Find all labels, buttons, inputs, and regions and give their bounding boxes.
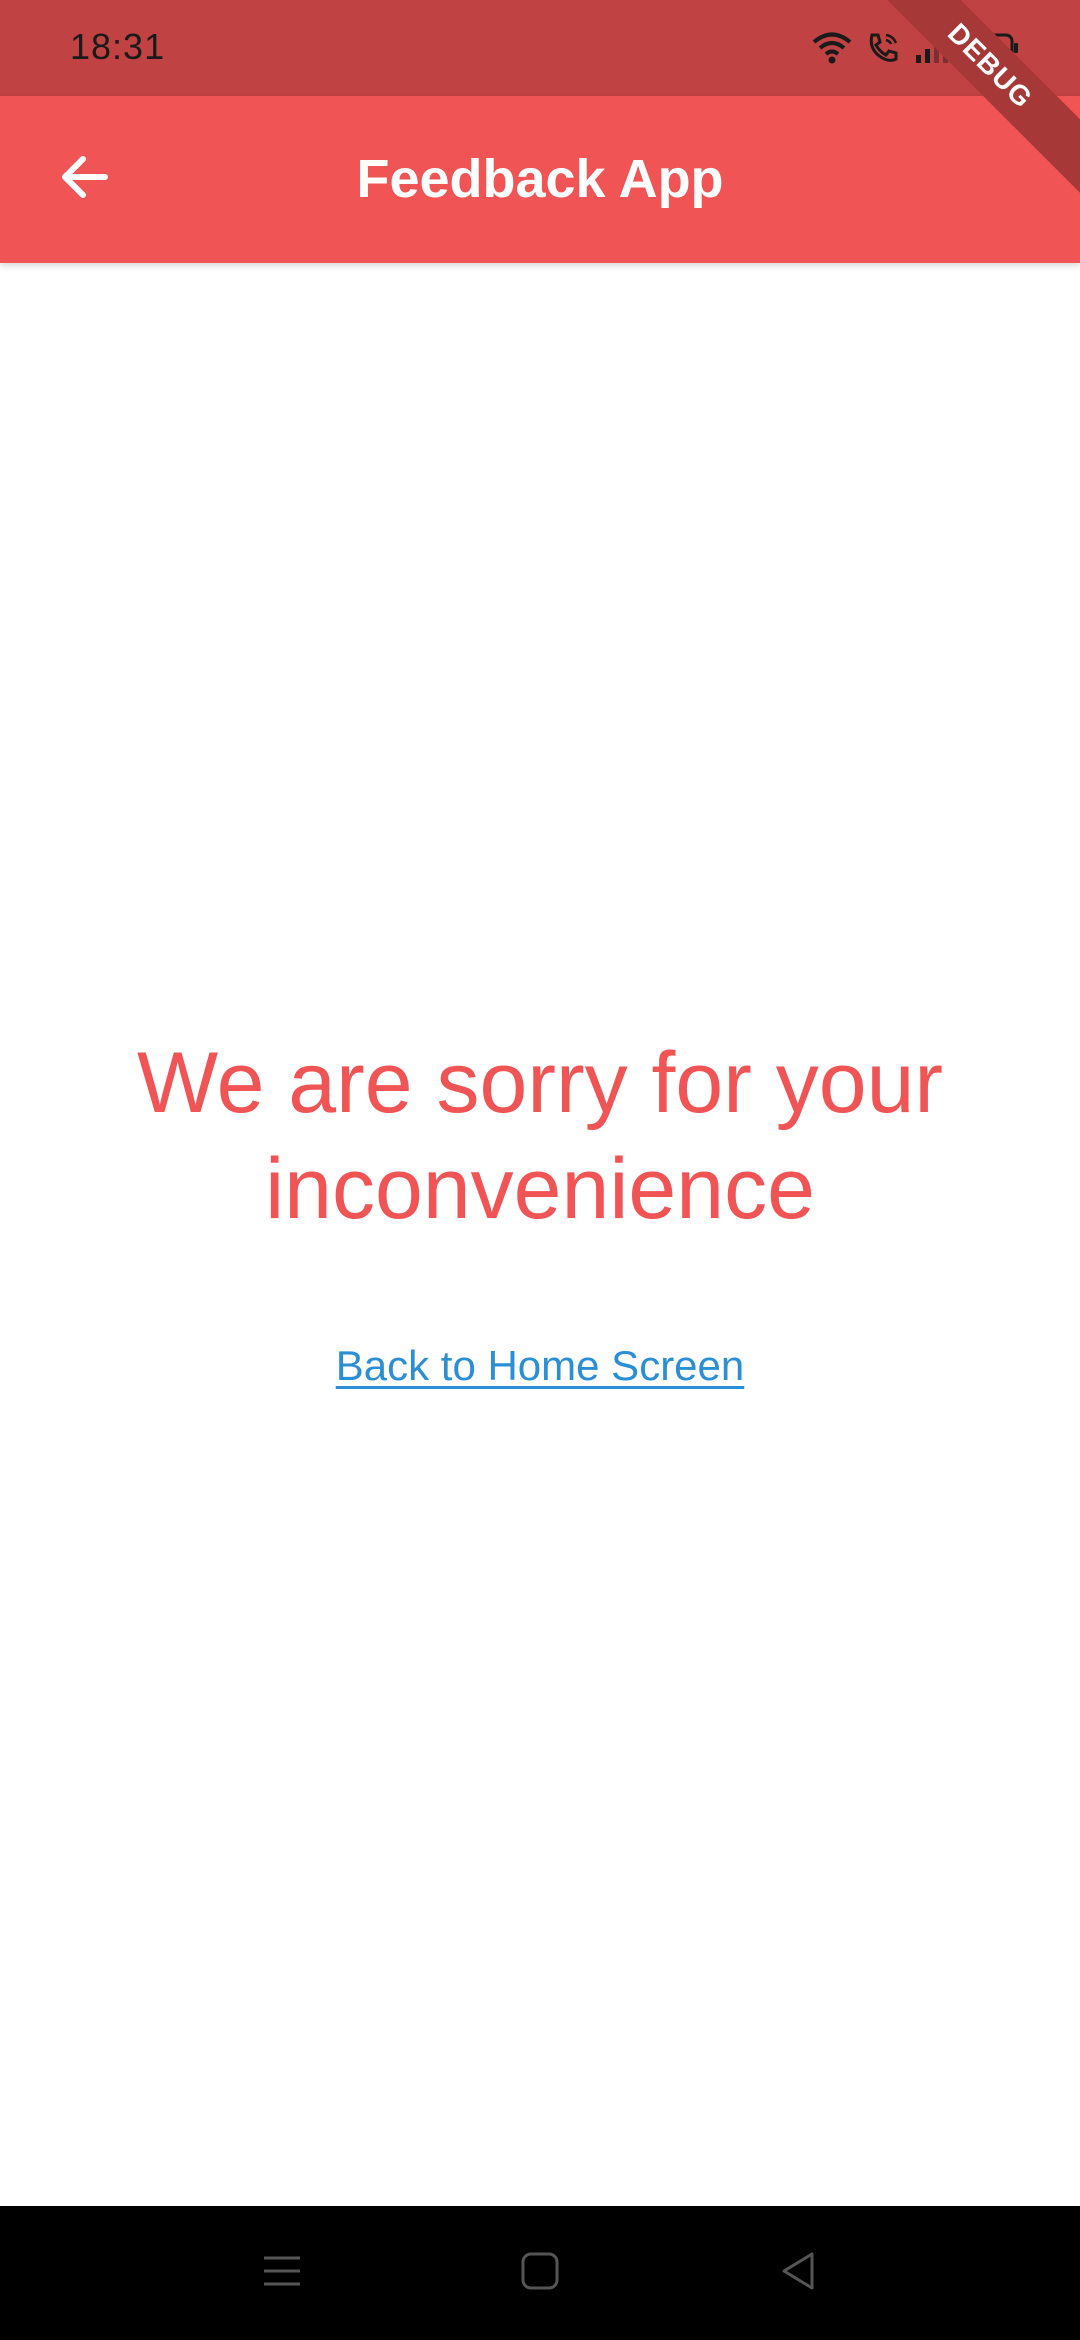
home-button[interactable] — [510, 2243, 570, 2303]
screen: 18:31 DEBUG Feedback App We are sorry fo… — [0, 0, 1080, 2340]
home-icon — [518, 2249, 562, 2298]
back-nav-button[interactable] — [768, 2243, 828, 2303]
apology-message: We are sorry for your inconvenience — [136, 1035, 944, 1237]
status-time: 18:31 — [70, 26, 166, 67]
app-bar: Feedback App — [0, 96, 1080, 263]
wifi-call-icon — [866, 31, 900, 65]
menu-icon — [260, 2249, 304, 2298]
back-to-home-link[interactable]: Back to Home Screen — [0, 1342, 1080, 1390]
back-icon — [776, 2249, 820, 2298]
app-title: Feedback App — [356, 149, 724, 209]
navigation-bar — [0, 2206, 1080, 2340]
wifi-icon — [812, 31, 852, 65]
back-to-home-link-label[interactable]: Back to Home Screen — [336, 1342, 745, 1389]
recent-apps-button[interactable] — [252, 2243, 312, 2303]
